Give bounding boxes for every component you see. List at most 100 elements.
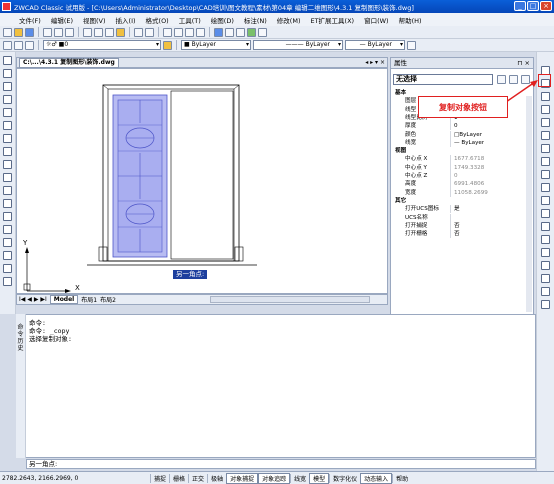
menu-item[interactable]: ET扩展工具(X) (305, 15, 359, 25)
minimize-button[interactable]: _ (514, 1, 526, 11)
property-category[interactable]: 其它 (393, 197, 523, 205)
line-icon[interactable] (3, 56, 12, 65)
menu-item[interactable]: 插入(I) (111, 15, 141, 25)
move-icon[interactable] (541, 131, 550, 140)
array-icon[interactable] (541, 118, 550, 127)
construction-line-icon[interactable] (3, 69, 12, 78)
open-file-icon[interactable] (14, 27, 23, 37)
chamfer-icon[interactable] (541, 248, 550, 257)
tab-layout2[interactable]: 布局2 (100, 295, 116, 304)
material-icon[interactable] (541, 300, 550, 309)
tab-nav-buttons[interactable]: I◀ ◀ ▶ ▶I (19, 296, 47, 303)
layer-previous-icon[interactable] (14, 40, 23, 50)
menu-item[interactable]: 格式(O) (141, 15, 174, 25)
plot-style-icon[interactable] (407, 40, 416, 50)
property-row[interactable]: 厚度 0 (393, 122, 523, 131)
status-toggle[interactable]: 线宽 (290, 473, 309, 483)
status-toggle[interactable]: 正交 (188, 473, 207, 483)
ellipse-arc-icon[interactable] (3, 186, 12, 195)
menu-item[interactable]: 文件(F) (14, 15, 46, 25)
layer-dropdown[interactable]: ☼♂ ■0 (43, 40, 161, 50)
match-properties-icon[interactable] (116, 27, 125, 37)
menu-item[interactable]: 绘图(D) (206, 15, 239, 25)
break-at-point-icon[interactable] (541, 209, 550, 218)
print-preview-icon[interactable] (54, 27, 63, 37)
publish-icon[interactable] (65, 27, 74, 37)
menu-item[interactable]: 窗口(W) (359, 15, 394, 25)
property-row[interactable]: 中心点 Y 1749.3328 (393, 163, 523, 172)
drawing-canvas[interactable]: Y X (16, 68, 388, 294)
offset-icon[interactable] (541, 105, 550, 114)
ellipse-icon[interactable] (3, 173, 12, 182)
selection-dropdown[interactable]: 无选择 (393, 74, 493, 85)
menu-item[interactable]: 修改(M) (272, 15, 306, 25)
property-row[interactable]: 中心点 Z0 (393, 172, 523, 181)
render-icon[interactable] (541, 287, 550, 296)
circle-icon[interactable] (3, 134, 12, 143)
status-toggle[interactable]: 帮助 (392, 473, 411, 483)
status-toggle[interactable]: 对象捕捉 (226, 472, 259, 484)
drawing-tab[interactable]: C:\...\4.3.1 复制图形\装饰.dwg (19, 57, 119, 68)
region-icon[interactable] (3, 251, 12, 260)
close-button[interactable]: × (540, 1, 552, 11)
mirror-icon[interactable] (541, 92, 550, 101)
redo-icon[interactable] (145, 27, 154, 37)
menu-item[interactable]: 帮助(H) (394, 15, 427, 25)
explode-icon[interactable] (541, 274, 550, 283)
panel-close-icon[interactable]: ⊓ × (517, 58, 533, 69)
menu-item[interactable]: 工具(T) (174, 15, 206, 25)
extend-icon[interactable] (541, 196, 550, 205)
zoom-previous-icon[interactable] (196, 27, 205, 37)
zoom-window-icon[interactable] (185, 27, 194, 37)
point-icon[interactable] (3, 225, 12, 234)
tool-palette-icon[interactable] (236, 27, 245, 37)
property-row[interactable]: 高度 6991.4806 (393, 180, 523, 189)
new-file-icon[interactable] (3, 27, 12, 37)
menu-item[interactable]: 视图(V) (78, 15, 111, 25)
break-icon[interactable] (541, 222, 550, 231)
polygon-icon[interactable] (3, 95, 12, 104)
property-row[interactable]: 打开栅格否 (393, 230, 523, 239)
tab-model[interactable]: Model (49, 295, 79, 304)
linetype-dropdown[interactable]: ——— ByLayer (253, 40, 343, 50)
command-input[interactable]: 另一角点: (26, 459, 536, 469)
rectangle-icon[interactable] (3, 108, 12, 117)
status-toggle[interactable]: 捕捉 (150, 473, 169, 483)
property-row[interactable]: 宽度 11058.2699 (393, 188, 523, 197)
horizontal-scrollbar[interactable] (210, 296, 370, 303)
make-current-layer-icon[interactable] (163, 40, 172, 50)
calculator-icon[interactable] (247, 27, 256, 37)
cut-icon[interactable] (83, 27, 92, 37)
polyline-icon[interactable] (3, 82, 12, 91)
fillet-icon[interactable] (541, 261, 550, 270)
make-block-icon[interactable] (3, 212, 12, 221)
table-icon[interactable] (3, 264, 12, 273)
hatch-icon[interactable] (3, 238, 12, 247)
status-toggle[interactable]: 模型 (309, 472, 330, 484)
property-row[interactable]: UCS名称 (393, 213, 523, 222)
insert-block-icon[interactable] (3, 199, 12, 208)
print-icon[interactable] (43, 27, 52, 37)
rotate-icon[interactable] (541, 144, 550, 153)
property-row[interactable]: 打开捕捉否 (393, 221, 523, 231)
property-category[interactable]: 视图 (393, 147, 523, 155)
layer-state-icon[interactable] (25, 40, 34, 50)
status-toggle[interactable]: 栅格 (169, 473, 188, 483)
status-toggle[interactable]: 对象追踪 (258, 472, 291, 484)
property-row[interactable]: 中心点 X 1677.6718 (393, 155, 523, 164)
status-toggle[interactable]: 数字化仪 (329, 473, 360, 483)
join-icon[interactable] (541, 235, 550, 244)
status-toggle[interactable]: 极轴 (207, 473, 226, 483)
tab-nav-icons[interactable]: ◂ ▸ ▾ × (365, 59, 387, 66)
scale-icon[interactable] (541, 157, 550, 166)
properties-icon[interactable] (214, 27, 223, 37)
stretch-icon[interactable] (541, 170, 550, 179)
color-dropdown[interactable]: ■ ByLayer (181, 40, 251, 50)
copy-icon[interactable] (94, 27, 103, 37)
help-icon[interactable] (258, 27, 267, 37)
undo-icon[interactable] (134, 27, 143, 37)
menu-item[interactable]: 标注(N) (239, 15, 272, 25)
property-row[interactable]: 线宽 — ByLayer (393, 138, 523, 148)
properties-scrollbar[interactable] (526, 96, 532, 312)
pan-icon[interactable] (163, 27, 172, 37)
